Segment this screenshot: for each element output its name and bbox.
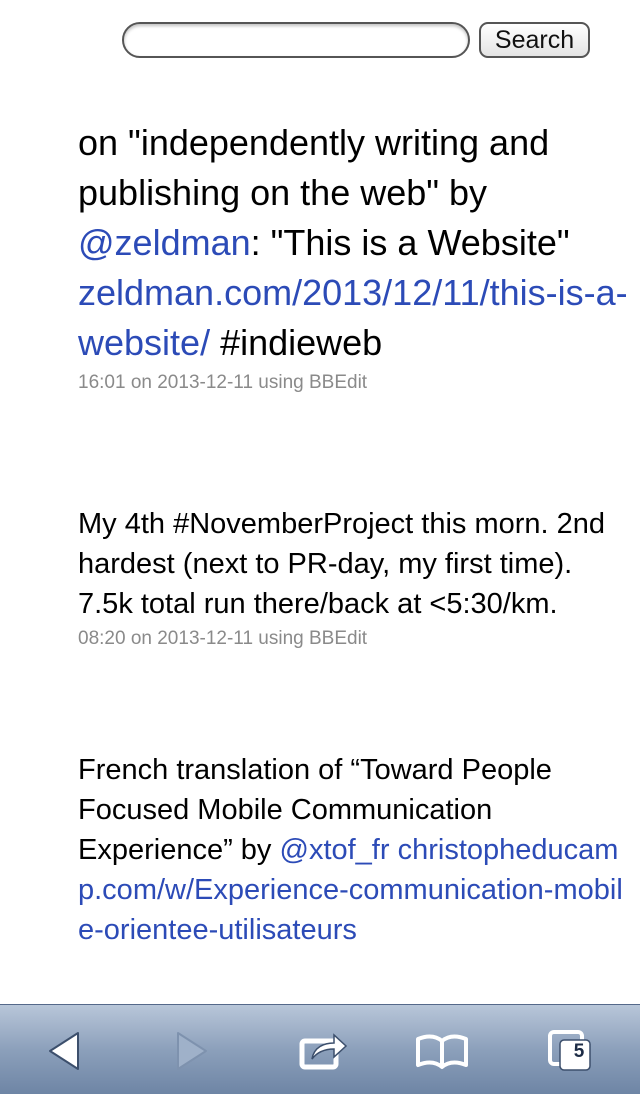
post-text-segment: on "independently writing and publishing… (78, 122, 550, 213)
bookmarks-button[interactable] (402, 1019, 482, 1083)
back-button[interactable] (24, 1019, 104, 1083)
post-text-segment: My 4th #NovemberProject this morn. 2nd h… (78, 508, 606, 620)
back-arrow-icon (49, 1032, 79, 1070)
post-text: French translation of “Toward People Foc… (78, 750, 634, 950)
post-1: on "independently writing and publishing… (78, 118, 634, 396)
search-button[interactable]: Search (479, 22, 590, 58)
hashtag-text: #indieweb (210, 322, 383, 363)
post-text: My 4th #NovemberProject this morn. 2nd h… (78, 504, 634, 624)
mention-link-xtof[interactable]: @xtof_fr (280, 834, 390, 866)
search-input[interactable] (122, 22, 470, 58)
share-icon (299, 1033, 348, 1070)
post-meta[interactable]: 08:20 on 2013-12-11 using BBEdit (78, 626, 634, 652)
post-3: French translation of “Toward People Foc… (78, 750, 634, 950)
forward-button[interactable] (152, 1019, 232, 1083)
page-content: Search on "independently writing and pub… (0, 0, 640, 1004)
forward-arrow-icon (177, 1032, 207, 1070)
post-text-segment (390, 834, 398, 866)
post-2: My 4th #NovemberProject this morn. 2nd h… (78, 504, 634, 652)
tabs-button[interactable]: 5 (530, 1019, 610, 1083)
bookmarks-book-icon (416, 1034, 468, 1069)
mention-link-zeldman[interactable]: @zeldman (78, 222, 251, 263)
tab-count-badge: 5 (573, 1041, 585, 1062)
post-meta[interactable]: 16:01 on 2013-12-11 using BBEdit (78, 370, 634, 396)
post-text: on "independently writing and publishing… (78, 118, 634, 368)
share-button[interactable] (284, 1019, 364, 1083)
search-bar: Search (122, 20, 592, 60)
browser-toolbar: 5 (0, 1004, 640, 1094)
post-text-segment: : "This is a Website" (250, 222, 570, 263)
